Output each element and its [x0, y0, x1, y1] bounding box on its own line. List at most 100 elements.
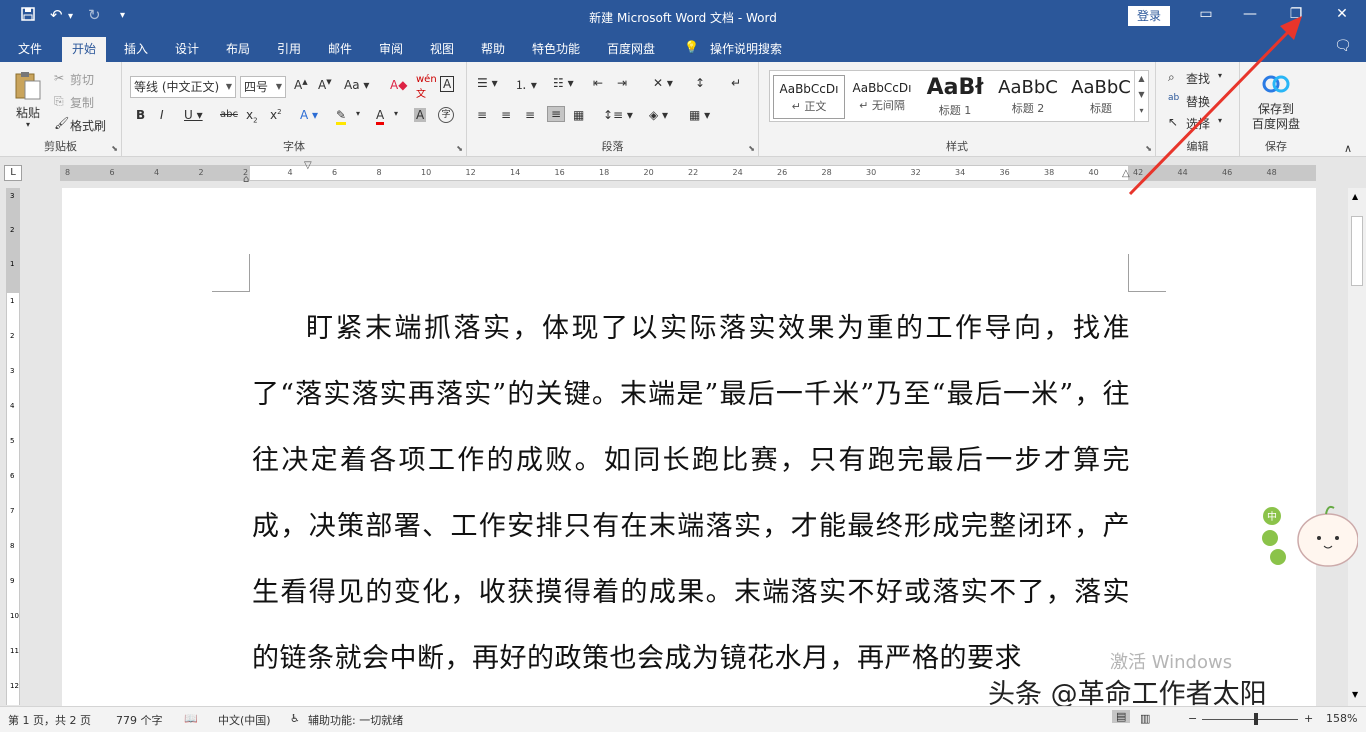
- superscript-icon[interactable]: x2: [270, 108, 282, 122]
- underline-icon[interactable]: U ▾: [184, 108, 203, 122]
- baidu-netdisk-icon[interactable]: [1262, 72, 1290, 96]
- character-shading-icon[interactable]: A: [414, 108, 427, 122]
- shading-icon[interactable]: ◈ ▾: [649, 108, 668, 122]
- distributed-icon[interactable]: ▦: [573, 108, 584, 122]
- font-size-select[interactable]: 四号 ▼: [240, 76, 286, 98]
- select-dropdown-icon[interactable]: ▾: [1218, 116, 1222, 125]
- ime-sticker[interactable]: 中: [1258, 500, 1359, 582]
- vertical-ruler[interactable]: 3 2 1 1 2 3 4 5 6 7 8 9 10 11 12: [6, 188, 20, 705]
- horizontal-ruler[interactable]: ⌂ ▽ △ 8 6 4 2 2 4 6 8 10 12 14 16 18 20 22 24 26 28 30 32 34…: [60, 160, 1316, 185]
- web-layout-icon[interactable]: ▥: [1140, 712, 1150, 725]
- style-no-spacing[interactable]: AaBbCcDı ↵ 无间隔: [846, 75, 918, 119]
- style-title[interactable]: AaBbC 标题: [1065, 75, 1137, 119]
- font-launcher-icon[interactable]: ⬊: [456, 144, 463, 153]
- font-name-select[interactable]: 等线 (中文正文) ▼: [130, 76, 236, 98]
- multilevel-list-icon[interactable]: ☷ ▾: [553, 76, 574, 90]
- paragraph-launcher-icon[interactable]: ⬊: [748, 144, 755, 153]
- select-icon[interactable]: ↖: [1168, 115, 1178, 129]
- right-indent-marker[interactable]: △: [1122, 168, 1130, 179]
- tab-selector[interactable]: L: [4, 165, 22, 181]
- collapse-ribbon-icon[interactable]: ∧: [1344, 142, 1352, 155]
- word-count[interactable]: 779 个字: [116, 712, 163, 728]
- sort-icon[interactable]: ↕: [695, 76, 705, 90]
- character-border-icon[interactable]: A: [440, 76, 455, 92]
- highlight-icon[interactable]: ✎: [336, 108, 347, 125]
- copy-icon[interactable]: ⎘: [54, 94, 64, 109]
- accessibility-status[interactable]: 辅助功能: 一切就绪: [308, 712, 403, 728]
- paste-button[interactable]: 粘贴: [16, 104, 40, 121]
- minimize-icon[interactable]: —: [1240, 6, 1260, 22]
- tab-references[interactable]: 引用: [277, 40, 301, 57]
- zoom-out-icon[interactable]: −: [1188, 712, 1197, 725]
- scroll-up-icon[interactable]: ▲: [1352, 192, 1358, 201]
- format-painter-icon[interactable]: 🖌: [54, 116, 69, 130]
- language-indicator[interactable]: 中文(中国): [218, 712, 271, 728]
- copy-button[interactable]: 复制: [70, 94, 94, 111]
- highlight-dropdown-icon[interactable]: ▾: [356, 109, 360, 118]
- first-line-indent-marker[interactable]: ▽: [304, 160, 312, 171]
- zoom-slider[interactable]: [1202, 719, 1298, 720]
- tab-featured[interactable]: 特色功能: [532, 40, 580, 57]
- style-normal[interactable]: AaBbCcDı ↵ 正文: [773, 75, 845, 119]
- show-marks-icon[interactable]: ↵: [731, 76, 741, 90]
- ribbon-display-options-icon[interactable]: ▭: [1196, 6, 1216, 22]
- tab-help[interactable]: 帮助: [481, 40, 505, 57]
- phonetic-guide-icon[interactable]: wén 文: [416, 74, 437, 100]
- increase-indent-icon[interactable]: ⇥: [617, 76, 627, 90]
- style-heading-2[interactable]: AaBbC 标题 2: [992, 75, 1064, 119]
- clear-formatting-icon[interactable]: A◆: [390, 78, 407, 92]
- replace-button[interactable]: 替换: [1186, 93, 1210, 110]
- login-button[interactable]: 登录: [1128, 6, 1170, 26]
- format-painter-button[interactable]: 格式刷: [70, 117, 106, 134]
- scroll-thumb[interactable]: [1351, 216, 1363, 286]
- font-color-icon[interactable]: A: [376, 108, 385, 125]
- font-color-dropdown-icon[interactable]: ▾: [394, 109, 398, 118]
- save-to-netdisk-button[interactable]: 保存到 百度网盘: [1252, 102, 1300, 132]
- zoom-in-icon[interactable]: +: [1304, 712, 1313, 725]
- strikethrough-icon[interactable]: abc: [220, 109, 238, 120]
- styles-scroll[interactable]: ▲ ▼ ▾: [1134, 71, 1148, 121]
- italic-icon[interactable]: I: [160, 108, 164, 122]
- find-button[interactable]: 查找: [1186, 70, 1210, 87]
- paste-dropdown-icon[interactable]: ▾: [26, 120, 30, 129]
- subscript-icon[interactable]: x2: [246, 108, 258, 124]
- document-paragraph[interactable]: 盯紧末端抓落实，体现了以实际落实效果为重的工作导向，找准了“落实落实再落实”的关…: [252, 296, 1130, 692]
- select-button[interactable]: 选择: [1186, 115, 1210, 132]
- bold-icon[interactable]: B: [136, 108, 145, 122]
- print-layout-icon[interactable]: ▤: [1112, 710, 1131, 723]
- tab-insert[interactable]: 插入: [124, 40, 148, 57]
- proofing-icon[interactable]: 📖: [184, 712, 198, 725]
- tab-layout[interactable]: 布局: [226, 40, 250, 57]
- style-heading-1[interactable]: AaBł 标题 1: [919, 75, 991, 119]
- bullets-icon[interactable]: ☰ ▾: [477, 76, 498, 90]
- justify-icon[interactable]: ≡: [547, 106, 566, 122]
- tab-view[interactable]: 视图: [430, 40, 454, 57]
- close-icon[interactable]: ✕: [1332, 6, 1352, 22]
- align-right-icon[interactable]: ≡: [525, 108, 535, 122]
- line-spacing-icon[interactable]: ↕≡ ▾: [603, 108, 633, 122]
- numbering-icon[interactable]: ⒈ ▾: [515, 76, 537, 93]
- cut-icon[interactable]: ✂: [54, 71, 64, 85]
- tell-me-search[interactable]: 操作说明搜索: [710, 40, 782, 57]
- restore-icon[interactable]: ❐: [1286, 6, 1306, 22]
- paste-icon[interactable]: [12, 70, 44, 102]
- styles-launcher-icon[interactable]: ⬊: [1145, 144, 1152, 153]
- tab-home[interactable]: 开始: [62, 37, 107, 62]
- align-left-icon[interactable]: ≡: [477, 108, 487, 122]
- tab-design[interactable]: 设计: [175, 40, 199, 57]
- tab-review[interactable]: 审阅: [379, 40, 403, 57]
- enclose-characters-icon[interactable]: 字: [438, 107, 454, 123]
- chinese-layout-icon[interactable]: ✕ ▾: [653, 76, 673, 90]
- replace-icon[interactable]: ab: [1168, 93, 1179, 103]
- change-case-icon[interactable]: Aa ▾: [344, 78, 369, 92]
- tab-file[interactable]: 文件: [18, 40, 42, 57]
- zoom-level[interactable]: 158%: [1326, 712, 1357, 725]
- cut-button[interactable]: 剪切: [70, 71, 94, 88]
- vertical-scrollbar[interactable]: ▲ ▼: [1348, 188, 1366, 706]
- tab-baidu-netdisk[interactable]: 百度网盘: [607, 40, 655, 57]
- accessibility-icon[interactable]: ♿: [290, 712, 300, 725]
- grow-font-icon[interactable]: A▲: [294, 78, 308, 92]
- find-icon[interactable]: ⌕: [1168, 70, 1175, 85]
- shrink-font-icon[interactable]: A▼: [318, 78, 332, 92]
- text-effects-icon[interactable]: A ▾: [300, 108, 318, 122]
